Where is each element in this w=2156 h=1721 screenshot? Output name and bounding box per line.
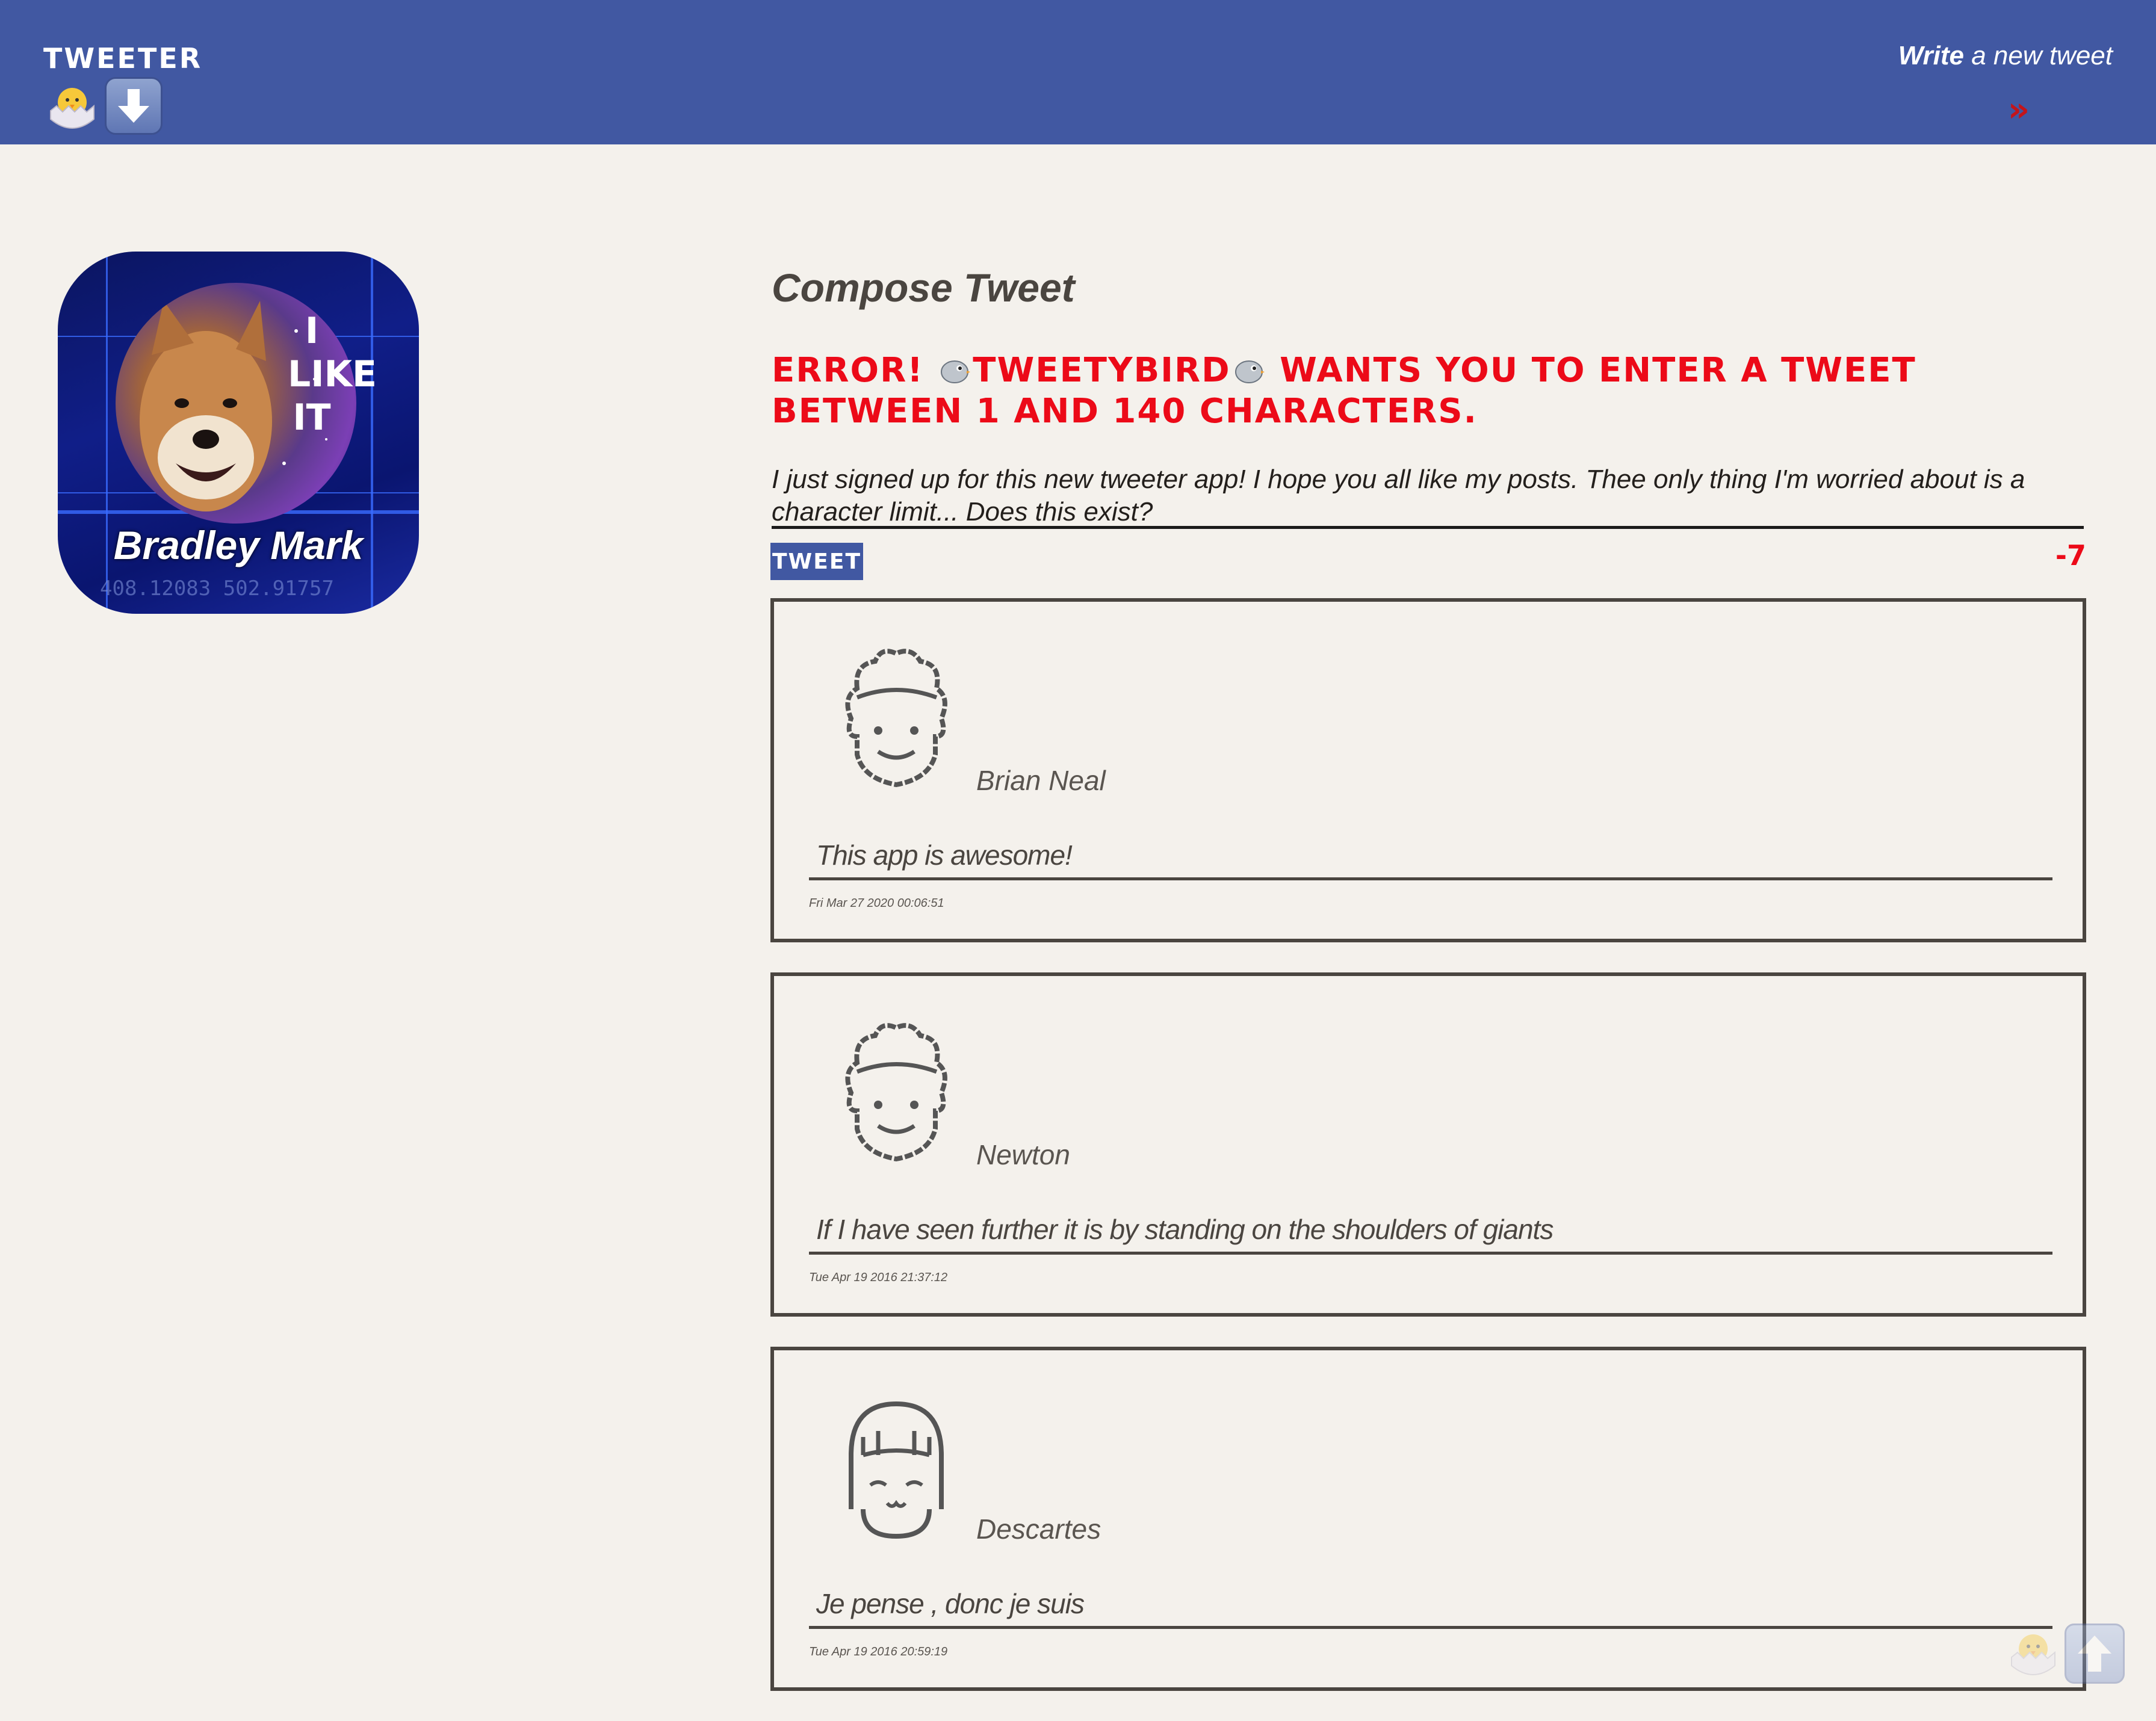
- up-arrow-icon: [2078, 1636, 2111, 1672]
- tweet-textarea[interactable]: I just signed up for this new tweeter ap…: [772, 463, 2084, 528]
- tweet-divider: [809, 877, 2052, 880]
- curly-hair-face-icon: [845, 1023, 947, 1162]
- write-new-tweet-link[interactable]: Write a new tweet: [1898, 41, 2113, 71]
- tweet-card: Newton If I have seen further it is by s…: [770, 972, 2086, 1317]
- image-caption: I LIKE IT: [288, 310, 377, 439]
- bird-icon: [1233, 354, 1265, 383]
- error-message: ERROR! TWEETYBIRD WANTS YOU TO ENTER A T…: [772, 350, 2084, 432]
- tweet-body: Je pense , donc je suis: [816, 1588, 1085, 1619]
- tweet-card: Descartes Je pense , donc je suis Tue Ap…: [770, 1347, 2086, 1691]
- scroll-down-button[interactable]: [105, 77, 163, 135]
- curly-hair-face-icon: [845, 649, 947, 788]
- tweet-author: Newton: [976, 1139, 1070, 1170]
- tweet-author: Brian Neal: [976, 765, 1106, 796]
- scroll-to-top-button[interactable]: [2065, 1624, 2125, 1684]
- hatching-chick-icon: [2004, 1624, 2062, 1681]
- image-numbers: 408.12083 502.91757: [100, 576, 334, 601]
- double-chevron-down-icon[interactable]: »: [2008, 90, 2030, 129]
- bird-icon: [939, 354, 971, 383]
- profile-card: I LIKE IT 408.12083 502.91757 Bradley Ma…: [58, 252, 419, 614]
- tweet-author: Descartes: [976, 1513, 1101, 1545]
- textarea-underline: [772, 526, 2084, 529]
- brand-logo[interactable]: TWEETER: [43, 42, 202, 75]
- tweet-button[interactable]: TWEET: [770, 543, 863, 580]
- tweet-body: This app is awesome!: [816, 839, 1073, 871]
- down-arrow-icon: [118, 89, 149, 123]
- write-label-bold: Write: [1898, 41, 1964, 70]
- top-nav: TWEETER Write a new tweet »: [0, 0, 2156, 144]
- tweet-card: Brian Neal This app is awesome! Fri Mar …: [770, 598, 2086, 942]
- write-label-rest: a new tweet: [1963, 41, 2113, 70]
- nav-icons: [43, 77, 163, 135]
- character-counter: -7: [2055, 539, 2086, 572]
- compose-title: Compose Tweet: [772, 265, 1075, 310]
- profile-name: Bradley Mark: [113, 523, 364, 567]
- tweet-body: If I have seen further it is by standing…: [816, 1214, 1553, 1245]
- tweet-date: Tue Apr 19 2016 20:59:19: [809, 1645, 948, 1658]
- tweet-divider: [809, 1626, 2052, 1629]
- tweet-date: Tue Apr 19 2016 21:37:12: [809, 1271, 948, 1284]
- tweet-date: Fri Mar 27 2020 00:06:51: [809, 897, 944, 910]
- tweet-divider: [809, 1252, 2052, 1255]
- bob-hair-face-icon: [849, 1401, 944, 1539]
- error-handle: TWEETYBIRD: [973, 351, 1231, 390]
- scroll-to-top-group: [2004, 1624, 2125, 1684]
- hatching-chick-icon: [43, 77, 101, 135]
- error-prefix: ERROR!: [772, 351, 937, 390]
